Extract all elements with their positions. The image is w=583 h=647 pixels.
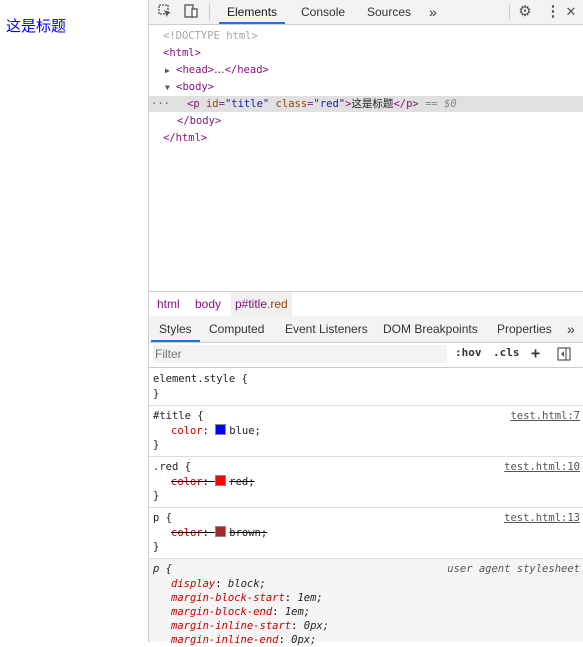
more-subtabs-button[interactable]: » bbox=[567, 316, 575, 342]
rule-source-label: user agent stylesheet bbox=[447, 563, 580, 575]
node-actions-icon[interactable]: ··· bbox=[151, 96, 170, 112]
toolbar-separator bbox=[509, 4, 510, 20]
devtools-panel: Elements Console Sources » ⚙ ⋮ ✕ <!DOCTY… bbox=[148, 0, 583, 646]
toggle-sidebar-icon[interactable] bbox=[557, 347, 571, 364]
breadcrumb-html[interactable]: html bbox=[157, 292, 180, 316]
expand-triangle-icon[interactable]: ▶ bbox=[165, 66, 170, 75]
dom-html-open[interactable]: <html> bbox=[163, 45, 201, 61]
close-devtools-icon[interactable]: ✕ bbox=[563, 4, 579, 20]
toolbar-separator bbox=[209, 4, 210, 20]
rule-close-brace: } bbox=[153, 490, 160, 502]
settings-gear-icon[interactable]: ⚙ bbox=[517, 4, 533, 20]
rule-declaration[interactable]: margin-block-start: 1em; bbox=[171, 591, 323, 605]
subtab-computed[interactable]: Computed bbox=[209, 316, 264, 342]
tab-console[interactable]: Console bbox=[301, 0, 345, 24]
page-heading: 这是标题 bbox=[6, 17, 67, 35]
color-swatch-icon[interactable] bbox=[215, 526, 227, 537]
rule-selector[interactable]: #title { bbox=[153, 409, 204, 423]
elements-tree: <!DOCTYPE html> <html> ▶ <head>…</head> … bbox=[149, 25, 583, 291]
dom-html-close[interactable]: </html> bbox=[163, 130, 207, 146]
rule-declaration-overridden[interactable]: color: red; bbox=[171, 475, 255, 489]
rule-selector[interactable]: p { bbox=[153, 511, 172, 525]
tab-elements[interactable]: Elements bbox=[219, 0, 286, 24]
breadcrumb: html body p#title.red bbox=[149, 291, 583, 317]
tab-sources[interactable]: Sources bbox=[367, 0, 411, 24]
color-swatch-icon[interactable] bbox=[215, 475, 227, 486]
rendered-page: 这是标题 bbox=[0, 0, 148, 642]
rule-title: #title { test.html:7 color: blue; } bbox=[149, 406, 583, 457]
devtools-toolbar: Elements Console Sources » ⚙ ⋮ ✕ bbox=[149, 0, 583, 25]
dom-doctype[interactable]: <!DOCTYPE html> bbox=[163, 28, 258, 44]
more-tabs-button[interactable]: » bbox=[429, 0, 437, 24]
rule-selector[interactable]: element.style { bbox=[153, 372, 248, 386]
rule-declaration[interactable]: margin-block-end: 1em; bbox=[171, 605, 310, 619]
rule-declaration[interactable]: margin-inline-start: 0px; bbox=[171, 619, 329, 633]
rule-source-link[interactable]: test.html:10 bbox=[504, 460, 580, 474]
subtab-event-listeners[interactable]: Event Listeners bbox=[285, 316, 368, 342]
rule-selector: p { bbox=[153, 563, 172, 575]
rule-user-agent-p: p { user agent stylesheet display: block… bbox=[149, 559, 583, 646]
dom-p-selected[interactable]: ··· <p id="title" class="red">这是标题</p> ==… bbox=[149, 96, 583, 112]
rule-declaration[interactable]: color: blue; bbox=[171, 424, 261, 438]
subtab-dom-breakpoints[interactable]: DOM Breakpoints bbox=[383, 316, 478, 342]
rule-red: .red { test.html:10 color: red; } bbox=[149, 457, 583, 508]
rule-close-brace: } bbox=[153, 439, 160, 451]
device-toolbar-icon[interactable] bbox=[183, 4, 199, 20]
rule-close-brace: } bbox=[153, 541, 160, 553]
breadcrumb-p[interactable]: p#title.red bbox=[231, 292, 292, 316]
dom-head-node[interactable]: ▶ <head>…</head> bbox=[165, 62, 269, 78]
styles-subtabs: Styles Computed Event Listeners DOM Brea… bbox=[149, 316, 583, 343]
rule-p: p { test.html:13 color: brown; } bbox=[149, 508, 583, 559]
dom-body-close[interactable]: </body> bbox=[177, 113, 221, 129]
rule-element-style: element.style { } bbox=[149, 368, 583, 406]
styles-filter-bar: :hov .cls + bbox=[149, 343, 583, 368]
rule-selector[interactable]: .red { bbox=[153, 460, 191, 474]
rule-source-link[interactable]: test.html:7 bbox=[510, 409, 580, 423]
styles-filter-input[interactable] bbox=[153, 345, 447, 363]
color-swatch-icon[interactable] bbox=[215, 424, 227, 435]
rule-declaration-overridden[interactable]: color: brown; bbox=[171, 526, 267, 540]
style-rules-list: element.style { } #title { test.html:7 c… bbox=[149, 368, 583, 646]
hover-state-button[interactable]: :hov bbox=[455, 346, 482, 359]
class-toggle-button[interactable]: .cls bbox=[493, 346, 520, 359]
rule-declaration[interactable]: display: block; bbox=[171, 577, 266, 591]
dom-body-node[interactable]: ▼ <body> bbox=[165, 79, 214, 95]
collapse-triangle-icon[interactable]: ▼ bbox=[165, 83, 170, 92]
more-options-icon[interactable]: ⋮ bbox=[545, 4, 561, 20]
inspect-element-icon[interactable] bbox=[157, 4, 173, 20]
subtab-properties[interactable]: Properties bbox=[497, 316, 552, 342]
rule-declaration[interactable]: margin-inline-end: 0px; bbox=[171, 633, 316, 647]
new-style-rule-button[interactable]: + bbox=[531, 344, 540, 362]
rule-close-brace: } bbox=[153, 388, 160, 400]
rule-source-link[interactable]: test.html:13 bbox=[504, 511, 580, 525]
breadcrumb-body[interactable]: body bbox=[195, 292, 221, 316]
subtab-styles[interactable]: Styles bbox=[151, 316, 200, 342]
